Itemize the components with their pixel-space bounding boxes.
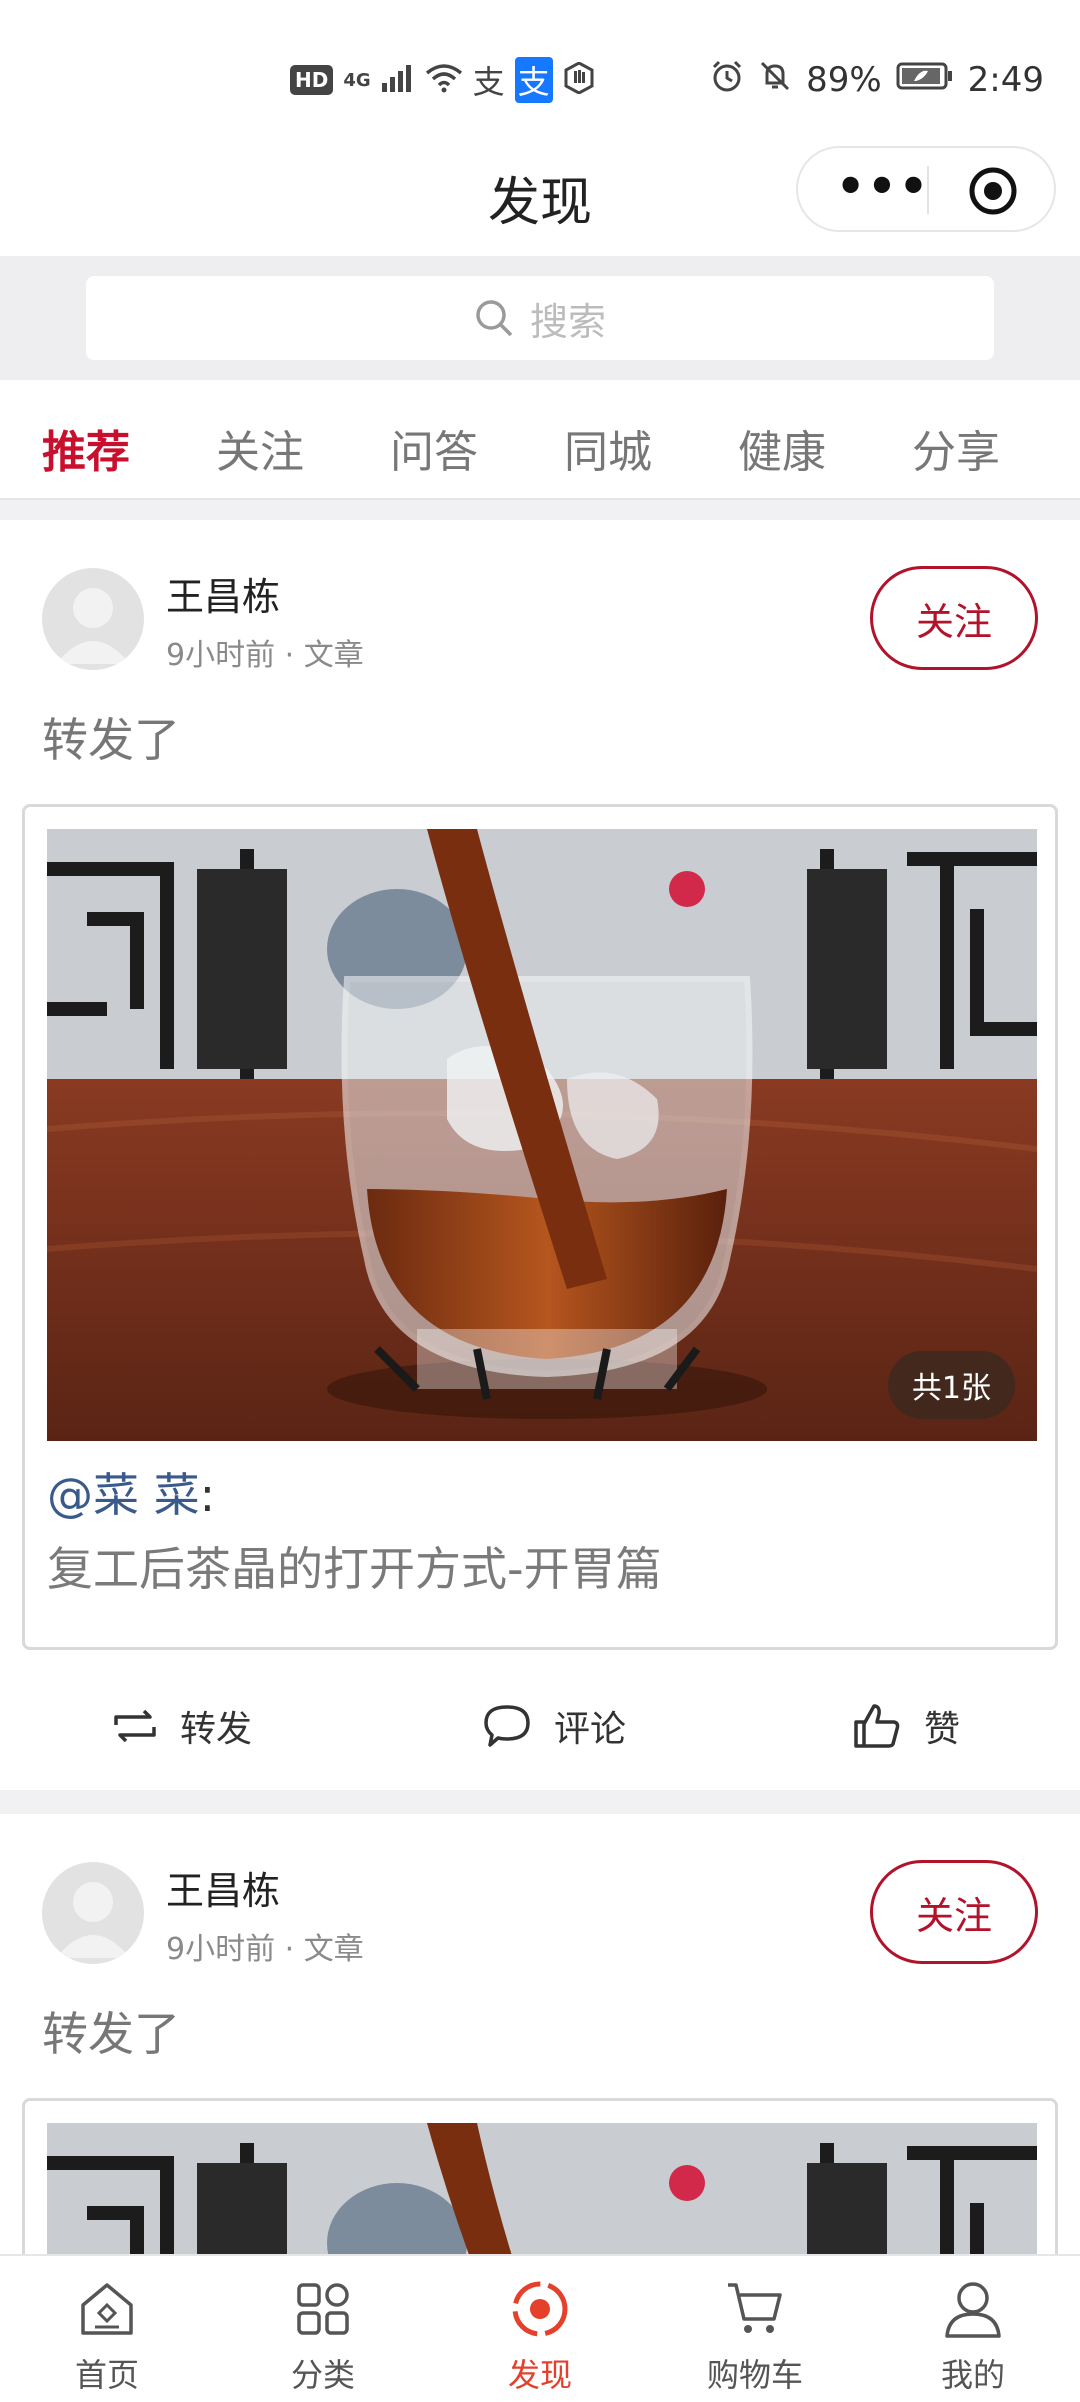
repost-text: 转发了 xyxy=(42,2007,180,2061)
close-target-button[interactable] xyxy=(968,166,1018,216)
shared-article-card[interactable]: 共1张 @菜 菜: 复工后茶晶的打开方式-开胃篇 xyxy=(22,804,1058,1650)
battery-percent: 89% xyxy=(806,60,882,100)
comment-button[interactable]: 评论 xyxy=(482,1700,626,1752)
comment-label: 评论 xyxy=(554,1709,627,1750)
search-area: 搜索 xyxy=(0,256,1080,380)
title-bar: 发现 ••• xyxy=(0,110,1080,256)
default-avatar-icon xyxy=(56,1882,130,1958)
like-button[interactable]: 赞 xyxy=(852,1700,960,1752)
nav-category[interactable]: 分类 xyxy=(248,2276,398,2396)
tab-local[interactable]: 同城 xyxy=(548,416,668,480)
capsule-divider xyxy=(927,166,929,214)
mention[interactable]: @菜 菜: xyxy=(47,1459,215,1525)
mention-user[interactable]: @菜 菜 xyxy=(47,1468,200,1522)
nav-category-label: 分类 xyxy=(290,2356,355,2394)
discover-icon xyxy=(512,2281,568,2337)
clock: 2:49 xyxy=(967,60,1044,100)
alipay-blue-icon: 支 xyxy=(514,57,553,103)
article-image[interactable]: 共1张 xyxy=(47,829,1037,1441)
follow-button[interactable]: 关注 xyxy=(870,566,1038,670)
nav-home[interactable]: 首页 xyxy=(32,2276,182,2396)
tab-follow[interactable]: 关注 xyxy=(200,416,320,480)
bottom-nav: 首页 分类 发现 购物车 我的 xyxy=(0,2254,1080,2402)
author-name[interactable]: 王昌栋 xyxy=(166,566,280,621)
repost-text: 转发了 xyxy=(42,713,180,767)
avatar[interactable] xyxy=(42,1862,144,1964)
more-button[interactable]: ••• xyxy=(828,163,938,209)
search-placeholder: 搜索 xyxy=(529,299,606,344)
default-avatar-icon xyxy=(56,588,130,664)
alarm-icon xyxy=(710,59,744,102)
nav-discover[interactable]: 发现 xyxy=(465,2276,615,2396)
repost-button[interactable]: 转发 xyxy=(112,1700,252,1752)
category-icon xyxy=(297,2283,349,2335)
nav-cart-label: 购物车 xyxy=(706,2356,803,2394)
category-tabs: 推荐 关注 问答 同城 健康 分享 xyxy=(0,380,1080,500)
feed-post: 王昌栋 9小时前 · 文章 关注 转发了 xyxy=(0,520,1080,1790)
nav-profile-label: 我的 xyxy=(940,2356,1005,2394)
article-title[interactable]: 复工后茶晶的打开方式-开胃篇 xyxy=(47,1533,662,1599)
mention-colon: : xyxy=(199,1468,216,1522)
image-count-badge: 共1张 xyxy=(887,1351,1015,1419)
thumbs-up-icon xyxy=(854,1704,900,1748)
nav-cart[interactable]: 购物车 xyxy=(680,2276,830,2396)
tab-qa[interactable]: 问答 xyxy=(374,416,494,480)
avatar[interactable] xyxy=(42,568,144,670)
nav-discover-label: 发现 xyxy=(507,2356,572,2394)
search-input[interactable]: 搜索 xyxy=(86,276,994,360)
profile-icon xyxy=(945,2282,1001,2338)
wifi-icon xyxy=(425,63,463,97)
network-type: 4G xyxy=(343,69,371,91)
like-label: 赞 xyxy=(924,1709,961,1750)
tab-recommend[interactable]: 推荐 xyxy=(26,416,146,480)
search-icon xyxy=(476,300,513,337)
nav-profile[interactable]: 我的 xyxy=(898,2276,1048,2396)
tab-health[interactable]: 健康 xyxy=(722,416,842,480)
home-icon xyxy=(81,2283,133,2335)
status-right: 89% 2:49 xyxy=(710,52,1044,108)
comment-icon xyxy=(484,1705,530,1747)
post-meta: 9小时前 · 文章 xyxy=(166,638,364,673)
battery-icon xyxy=(896,60,954,100)
follow-button[interactable]: 关注 xyxy=(870,1860,1038,1964)
repost-icon xyxy=(114,1709,156,1743)
mini-program-capsule: ••• xyxy=(796,146,1056,232)
target-icon xyxy=(969,167,1017,215)
hand-icon xyxy=(563,61,595,98)
author-name[interactable]: 王昌栋 xyxy=(166,1860,280,1915)
nav-home-label: 首页 xyxy=(74,2356,139,2394)
signal-icon xyxy=(381,63,415,97)
feed-post: 王昌栋 9小时前 · 文章 关注 转发了 xyxy=(0,1814,1080,2303)
tab-share[interactable]: 分享 xyxy=(896,416,1016,480)
status-left: HD 4G 支 支 xyxy=(290,57,595,103)
post-actions: 转发 评论 赞 xyxy=(0,1680,1080,1780)
hd-icon: HD xyxy=(290,65,334,95)
alipay-icon: 支 xyxy=(472,63,505,101)
repost-label: 转发 xyxy=(180,1709,253,1750)
cart-icon xyxy=(728,2283,782,2333)
post-meta: 9小时前 · 文章 xyxy=(166,1932,364,1967)
tea-glass-photo xyxy=(47,829,1037,1441)
mute-icon xyxy=(758,59,792,102)
